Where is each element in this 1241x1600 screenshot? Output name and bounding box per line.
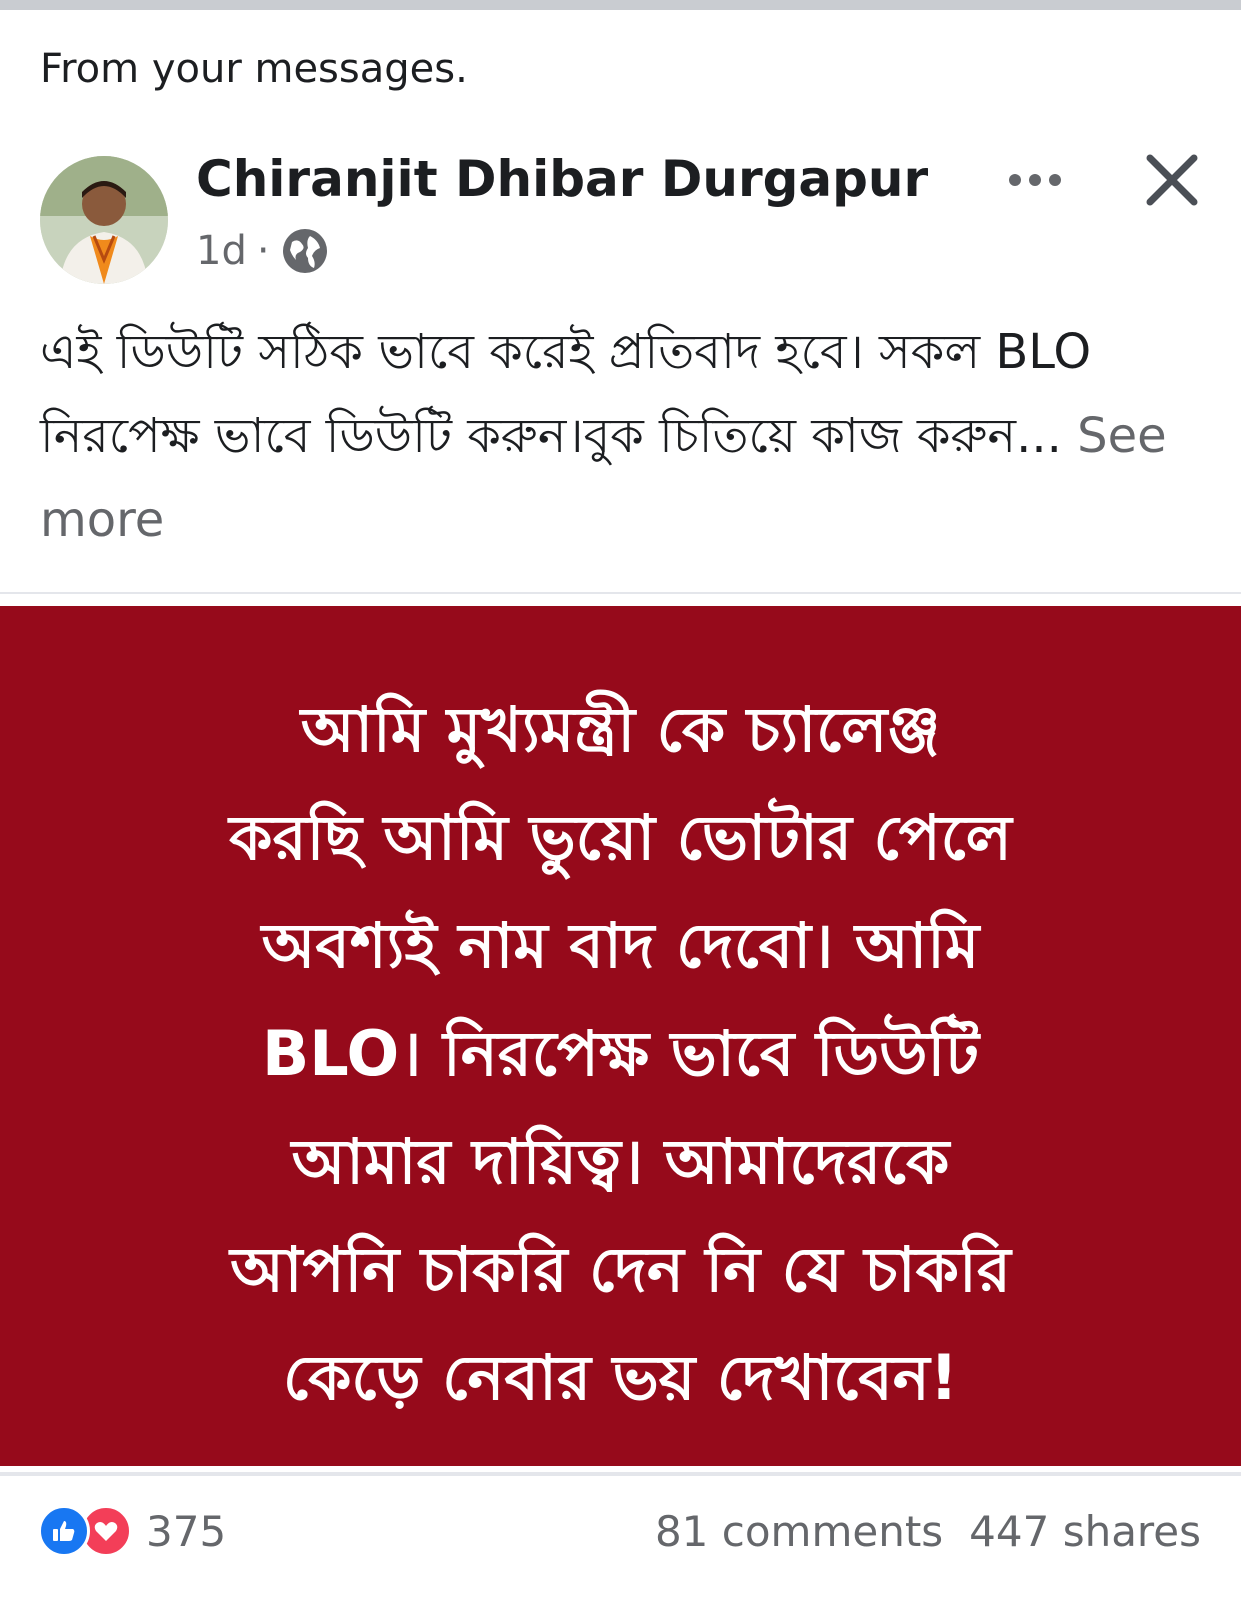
image-text-line: অবশ্যই নাম বাদ দেবো। আমি <box>261 909 980 982</box>
dot <box>1049 174 1061 186</box>
image-text: আমি মুখ্যমন্ত্রী কে চ্যালেঞ্জ করছি আমি ভ… <box>40 676 1201 1432</box>
reaction-count: 375 <box>146 1506 227 1556</box>
dot <box>1009 174 1021 186</box>
top-separator-bar <box>0 0 1241 10</box>
author-name[interactable]: Chiranjit Dhibar Durgapur <box>196 150 928 208</box>
divider <box>0 1472 1241 1476</box>
close-icon[interactable] <box>1140 148 1204 212</box>
image-text-line: কেড়ে নেবার ভয় দেখাবেন! <box>282 1341 959 1414</box>
post-text: এই ডিউটি সঠিক ভাবে করেই প্রতিবাদ হবে। সক… <box>40 324 1092 464</box>
post-meta: 1d · <box>196 226 330 276</box>
engagement-stats: 81 comments 447 shares <box>655 1504 1201 1558</box>
image-text-line: আপনি চাকরি দেন নি যে চাকরি <box>230 1233 1011 1306</box>
more-options-icon[interactable] <box>1000 160 1070 200</box>
context-label: From your messages. <box>40 46 468 92</box>
globe-icon <box>280 226 330 276</box>
image-text-line: আমার দায়িত্ব। আমাদেরকে <box>291 1125 950 1198</box>
shares-count[interactable]: 447 shares <box>969 1507 1201 1556</box>
image-text-line: করছি আমি ভুয়ো ভোটার পেলে <box>229 801 1012 874</box>
post-time[interactable]: 1d <box>196 228 247 274</box>
reactions-summary[interactable]: 375 <box>38 1504 226 1558</box>
avatar-image <box>40 156 168 284</box>
dot <box>1029 174 1041 186</box>
post-body: এই ডিউটি সঠিক ভাবে করেই প্রতিবাদ হবে। সক… <box>40 310 1220 562</box>
image-text-line: BLO। নিরপেক্ষ ভাবে ডিউটি <box>261 1017 980 1090</box>
comments-count[interactable]: 81 comments <box>655 1507 943 1556</box>
post-image[interactable]: আমি মুখ্যমন্ত্রী কে চ্যালেঞ্জ করছি আমি ভ… <box>0 606 1241 1466</box>
image-text-line: আমি মুখ্যমন্ত্রী কে চ্যালেঞ্জ <box>300 693 941 766</box>
like-icon <box>38 1505 90 1557</box>
divider <box>0 592 1241 594</box>
avatar[interactable] <box>40 156 168 284</box>
meta-separator: · <box>256 228 270 274</box>
